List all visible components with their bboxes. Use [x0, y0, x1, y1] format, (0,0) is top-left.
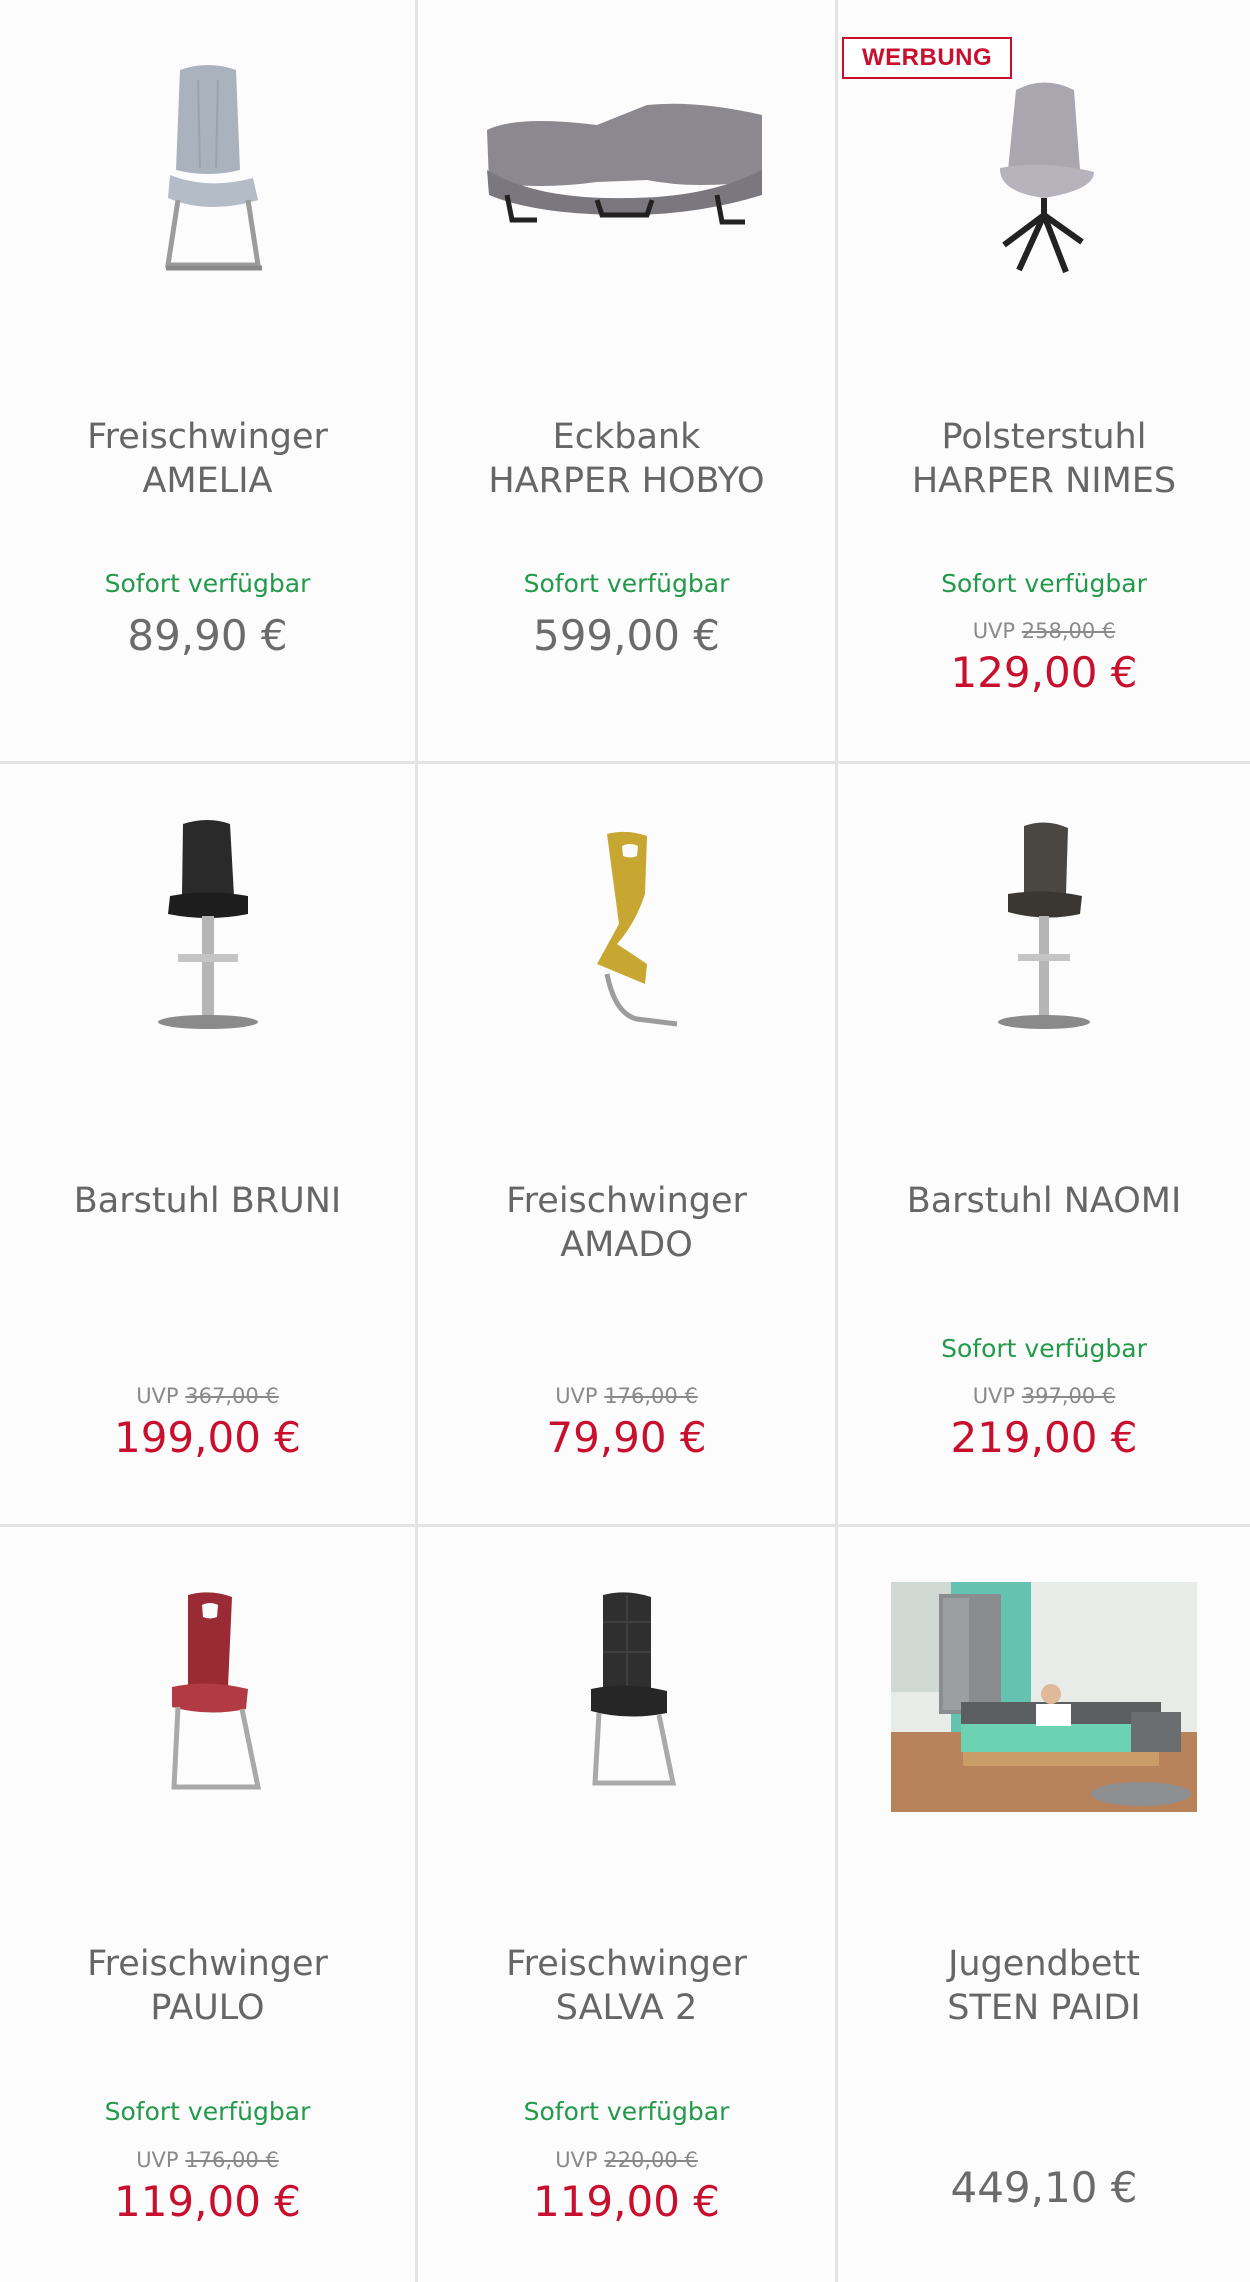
sale-price: 119,00 €	[532, 2177, 721, 2226]
product-title-line1: Barstuhl NAOMI	[906, 1181, 1182, 1221]
product-card-naomi[interactable]: Barstuhl NAOMI Sofort verfügbar UVP 397,…	[838, 764, 1250, 1527]
uvp-label: UVP	[972, 1384, 1016, 1408]
sale-price: 129,00 €	[950, 648, 1138, 697]
product-title[interactable]: Freischwinger AMADO	[428, 1179, 825, 1267]
product-image-salva-2[interactable]	[418, 1567, 835, 1827]
availability-label: Sofort verfügbar	[104, 2097, 311, 2126]
product-card-salva-2[interactable]: Freischwinger SALVA 2 Sofort verfügbar U…	[418, 1527, 838, 2282]
product-title[interactable]: Jugendbett STEN PAIDI	[848, 1942, 1240, 2030]
sale-price: 219,00 €	[950, 1413, 1138, 1462]
uvp-label: UVP	[555, 1384, 598, 1408]
product-card-amelia[interactable]: Freischwinger AMELIA Sofort verfügbar 89…	[0, 0, 418, 764]
uvp-price: UVP 176,00 €	[0, 2147, 415, 2173]
youth-bed-room-image	[891, 1582, 1197, 1812]
product-title[interactable]: Polsterstuhl HARPER NIMES	[848, 415, 1240, 503]
availability-label: Sofort verfügbar	[523, 569, 730, 598]
cantilever-chair-black-image	[590, 1592, 676, 1786]
product-price: 599,00 €	[532, 611, 721, 660]
corner-bench-image	[486, 103, 762, 225]
product-title[interactable]: Eckbank HARPER HOBYO	[428, 415, 825, 503]
product-card-amado[interactable]: Freischwinger AMADO UVP 176,00 € 79,90 €	[418, 764, 838, 1527]
product-title-line2: AMELIA	[142, 461, 273, 501]
product-title-line1: Polsterstuhl	[941, 417, 1147, 457]
product-card-harper-hobyo[interactable]: Eckbank HARPER HOBYO Sofort verfügbar 59…	[418, 0, 838, 764]
uvp-price: UVP 220,00 €	[418, 2147, 835, 2173]
uvp-price: UVP 176,00 €	[418, 1383, 835, 1409]
product-title-line2: HARPER NIMES	[911, 461, 1177, 501]
sale-price: 79,90 €	[546, 1413, 707, 1462]
product-title-line1: Freischwinger	[87, 1944, 328, 1984]
product-title-line1: Jugendbett	[948, 1944, 1140, 1984]
product-image-amelia[interactable]	[0, 40, 415, 300]
uvp-original-price: 258,00 €	[1021, 619, 1116, 643]
product-price: 89,90 €	[127, 611, 288, 660]
product-title[interactable]: Freischwinger PAULO	[10, 1942, 405, 2030]
uvp-original-price: 220,00 €	[604, 2148, 698, 2172]
cantilever-chair-mustard-image	[596, 831, 677, 1027]
product-title[interactable]: Barstuhl BRUNI	[10, 1179, 405, 1223]
product-image-harper-nimes[interactable]	[838, 40, 1250, 300]
uvp-original-price: 176,00 €	[604, 1384, 698, 1408]
product-image-naomi[interactable]	[838, 804, 1250, 1064]
product-title-line1: Freischwinger	[506, 1944, 747, 1984]
product-grid: Freischwinger AMELIA Sofort verfügbar 89…	[0, 0, 1250, 2282]
bar-stool-black-image	[157, 820, 258, 1029]
product-title-line1: Barstuhl BRUNI	[73, 1181, 342, 1221]
uvp-price: UVP 397,00 €	[838, 1383, 1250, 1409]
product-image-amado[interactable]	[418, 804, 835, 1064]
cantilever-chair-grey-image	[164, 65, 262, 271]
product-image-sten-paidi[interactable]	[838, 1567, 1250, 1827]
product-card-paulo[interactable]: Freischwinger PAULO Sofort verfügbar UVP…	[0, 1527, 418, 2282]
product-card-bruni[interactable]: Barstuhl BRUNI UVP 367,00 € 199,00 €	[0, 764, 418, 1527]
availability-label: Sofort verfügbar	[941, 569, 1147, 598]
product-title-line2: AMADO	[560, 1225, 693, 1265]
uvp-price: UVP 258,00 €	[838, 618, 1250, 644]
uvp-label: UVP	[136, 1384, 179, 1408]
product-title[interactable]: Barstuhl NAOMI	[848, 1179, 1240, 1223]
product-title-line2: HARPER HOBYO	[488, 461, 765, 501]
product-title[interactable]: Freischwinger SALVA 2	[428, 1942, 825, 2030]
product-card-sten-paidi[interactable]: Jugendbett STEN PAIDI 449,10 €	[838, 1527, 1250, 2282]
uvp-original-price: 176,00 €	[185, 2148, 279, 2172]
product-card-harper-nimes[interactable]: WERBUNG Polsterstuhl HARPER NIMES Sofort…	[838, 0, 1250, 764]
product-image-bruni[interactable]	[0, 804, 415, 1064]
product-title[interactable]: Freischwinger AMELIA	[10, 415, 405, 503]
uvp-label: UVP	[136, 2148, 179, 2172]
uvp-label: UVP	[555, 2148, 598, 2172]
product-title-line1: Freischwinger	[87, 417, 328, 457]
uvp-original-price: 397,00 €	[1021, 1384, 1116, 1408]
product-title-line2: STEN PAIDI	[947, 1988, 1141, 2028]
product-title-line1: Freischwinger	[506, 1181, 747, 1221]
availability-label: Sofort verfügbar	[523, 2097, 730, 2126]
product-image-paulo[interactable]	[0, 1567, 415, 1827]
product-image-harper-hobyo[interactable]	[418, 40, 835, 300]
swivel-chair-image	[999, 82, 1094, 274]
bar-stool-grey-image	[998, 822, 1090, 1029]
uvp-label: UVP	[972, 619, 1016, 643]
availability-label: Sofort verfügbar	[941, 1334, 1147, 1363]
product-title-line2: SALVA 2	[555, 1988, 698, 2028]
product-price: 449,10 €	[950, 2163, 1138, 2212]
uvp-price: UVP 367,00 €	[0, 1383, 415, 1409]
uvp-original-price: 367,00 €	[185, 1384, 279, 1408]
sale-price: 119,00 €	[113, 2177, 302, 2226]
product-title-line2: PAULO	[150, 1988, 265, 2028]
availability-label: Sofort verfügbar	[104, 569, 311, 598]
sale-price: 199,00 €	[113, 1413, 302, 1462]
product-title-line1: Eckbank	[552, 417, 701, 457]
cantilever-chair-red-image	[170, 1592, 261, 1790]
